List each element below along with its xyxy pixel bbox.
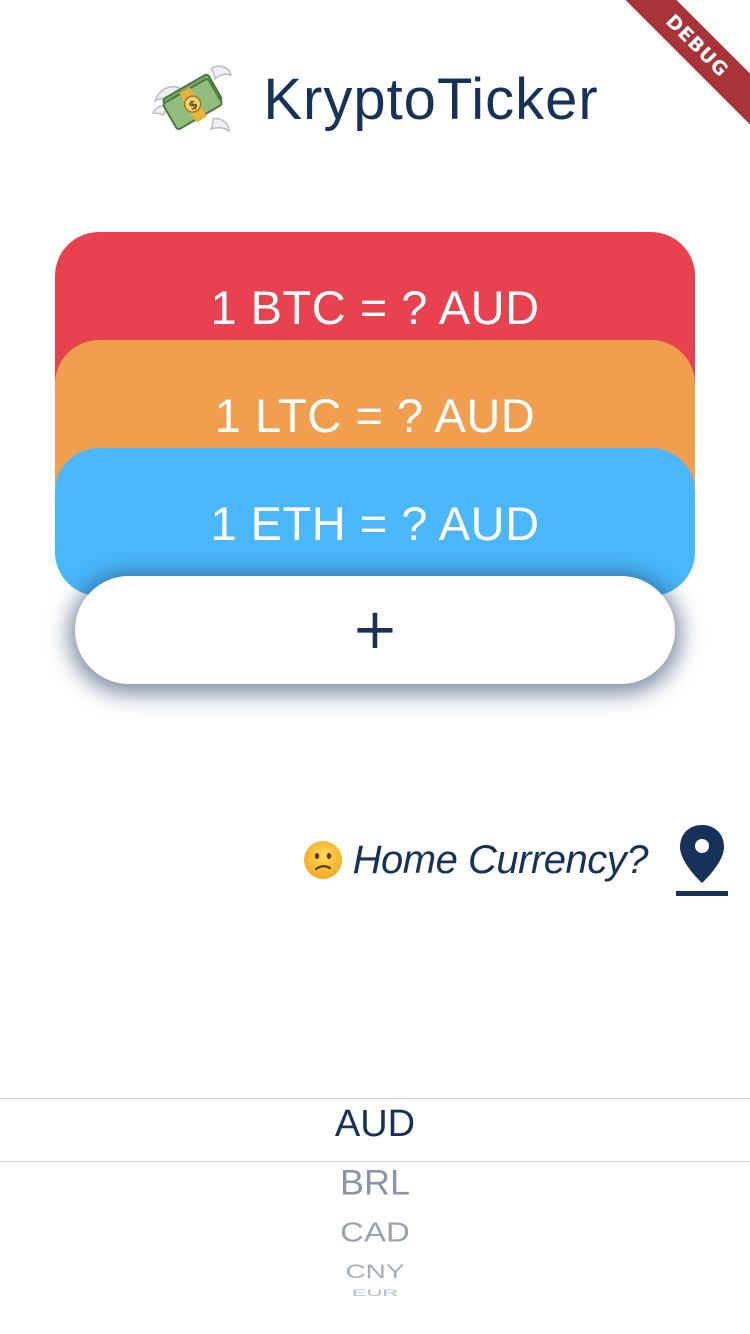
ticker-card-label: 1 ETH = ? AUD [210,497,540,550]
home-currency-label: Home Currency? [352,837,649,882]
ticker-card-eth[interactable]: 1 ETH = ? AUD [55,448,695,596]
picker-item[interactable]: EUR [0,1288,750,1299]
confused-face-icon [303,840,343,880]
home-currency-row: Home Currency? [303,820,730,900]
currency-picker[interactable]: AUD BRL CAD CNY EUR [0,1098,750,1334]
ticker-card-stack: 1 BTC = ? AUD 1 LTC = ? AUD 1 ETH = ? AU… [0,0,750,760]
ticker-card-label: 1 BTC = ? AUD [210,281,540,334]
picker-item[interactable]: CAD [0,1216,750,1248]
picker-item[interactable]: CNY [0,1261,750,1283]
ticker-card-label: 1 LTC = ? AUD [214,389,536,442]
location-pin-icon[interactable] [674,821,730,899]
picker-item[interactable]: BRL [0,1163,750,1204]
plus-icon: + [351,597,399,662]
add-ticker-button[interactable]: + [75,576,675,684]
picker-item-selected[interactable]: AUD [0,1103,750,1146]
